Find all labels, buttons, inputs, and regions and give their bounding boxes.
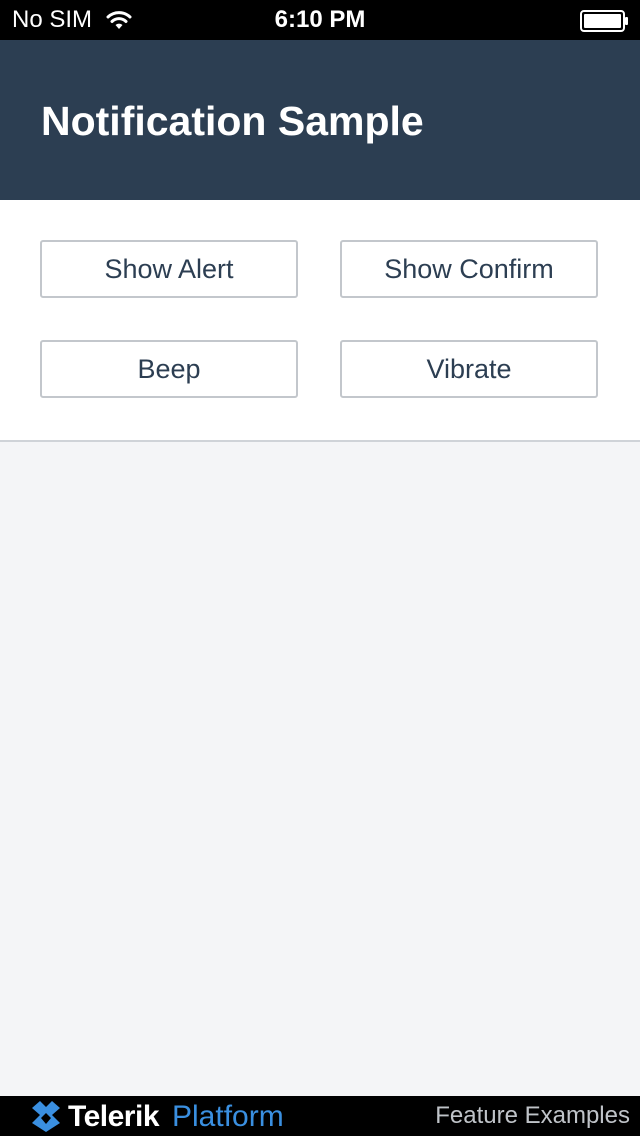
status-bar: No SIM 6:10 PM	[0, 0, 640, 40]
telerik-logo-icon	[32, 1101, 60, 1132]
battery-icon	[580, 10, 628, 32]
beep-button[interactable]: Beep	[40, 340, 298, 398]
feature-examples-link[interactable]: Feature Examples	[435, 1102, 630, 1130]
brand-platform: Platform	[172, 1100, 284, 1133]
vibrate-button[interactable]: Vibrate	[340, 340, 598, 398]
footer-bar: Telerik Platform Feature Examples	[0, 1096, 640, 1136]
page-title: Notification Sample	[41, 98, 424, 144]
show-alert-button[interactable]: Show Alert	[40, 240, 298, 298]
show-confirm-button[interactable]: Show Confirm	[340, 240, 598, 298]
status-time: 6:10 PM	[274, 6, 366, 33]
app-header: Notification Sample	[0, 40, 640, 200]
brand-telerik: Telerik	[68, 1100, 160, 1133]
content-area	[0, 442, 640, 1096]
button-panel: Show Alert Show Confirm Beep Vibrate	[0, 200, 640, 442]
